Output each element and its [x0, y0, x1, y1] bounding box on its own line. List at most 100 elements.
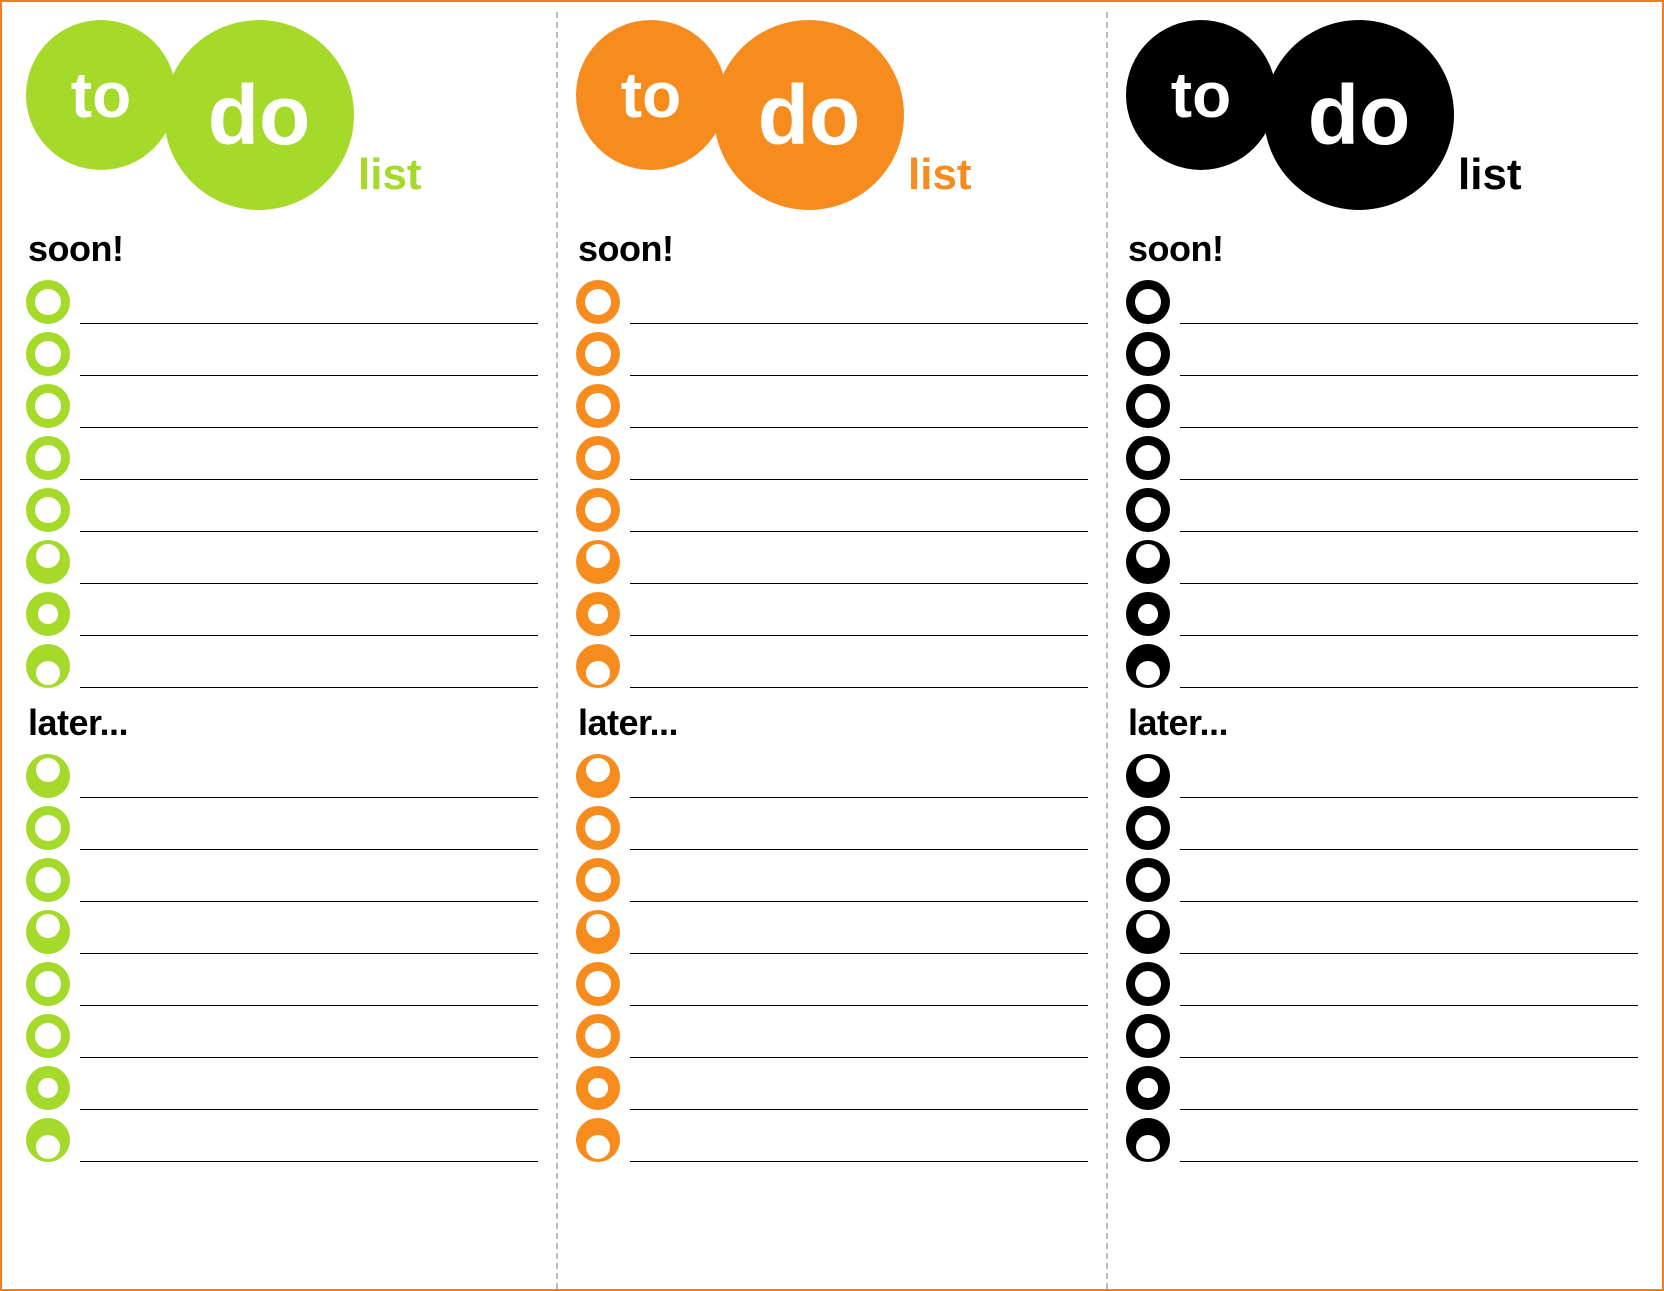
write-line[interactable]	[80, 1028, 538, 1058]
list-item[interactable]	[26, 538, 538, 584]
write-line[interactable]	[630, 502, 1088, 532]
list-item[interactable]	[1126, 804, 1638, 850]
write-line[interactable]	[1180, 450, 1638, 480]
list-item[interactable]	[576, 538, 1088, 584]
write-line[interactable]	[80, 1080, 538, 1110]
bullet-icon	[26, 384, 70, 428]
write-line[interactable]	[630, 924, 1088, 954]
list-item[interactable]	[1126, 1012, 1638, 1058]
write-line[interactable]	[1180, 924, 1638, 954]
write-line[interactable]	[1180, 1132, 1638, 1162]
list-item[interactable]	[26, 278, 538, 324]
write-line[interactable]	[1180, 502, 1638, 532]
write-line[interactable]	[1180, 872, 1638, 902]
list-item[interactable]	[26, 1012, 538, 1058]
list-item[interactable]	[26, 804, 538, 850]
list-item[interactable]	[576, 752, 1088, 798]
list-item[interactable]	[576, 856, 1088, 902]
write-line[interactable]	[630, 872, 1088, 902]
list-item[interactable]	[576, 382, 1088, 428]
list-item[interactable]	[1126, 434, 1638, 480]
write-line[interactable]	[80, 398, 538, 428]
write-line[interactable]	[80, 924, 538, 954]
list-item[interactable]	[26, 1116, 538, 1162]
write-line[interactable]	[80, 976, 538, 1006]
list-item[interactable]	[26, 382, 538, 428]
list-item[interactable]	[26, 960, 538, 1006]
write-line[interactable]	[1180, 1080, 1638, 1110]
list-item[interactable]	[1126, 590, 1638, 636]
list-item[interactable]	[576, 590, 1088, 636]
list-item[interactable]	[1126, 908, 1638, 954]
list-item[interactable]	[1126, 382, 1638, 428]
list-item[interactable]	[26, 1064, 538, 1110]
list-item[interactable]	[26, 642, 538, 688]
list-item[interactable]	[1126, 752, 1638, 798]
list-item[interactable]	[1126, 856, 1638, 902]
write-line[interactable]	[630, 768, 1088, 798]
list-item[interactable]	[26, 752, 538, 798]
write-line[interactable]	[80, 294, 538, 324]
list-item[interactable]	[1126, 486, 1638, 532]
write-line[interactable]	[80, 450, 538, 480]
list-item[interactable]	[576, 908, 1088, 954]
list-item[interactable]	[576, 1064, 1088, 1110]
write-line[interactable]	[80, 768, 538, 798]
list-item[interactable]	[576, 804, 1088, 850]
write-line[interactable]	[80, 872, 538, 902]
list-item[interactable]	[26, 434, 538, 480]
list-item[interactable]	[576, 434, 1088, 480]
list-item[interactable]	[26, 486, 538, 532]
list-item[interactable]	[576, 330, 1088, 376]
bullet-icon	[1126, 436, 1170, 480]
write-line[interactable]	[630, 554, 1088, 584]
list-item[interactable]	[1126, 330, 1638, 376]
list-item[interactable]	[26, 908, 538, 954]
write-line[interactable]	[1180, 398, 1638, 428]
write-line[interactable]	[80, 554, 538, 584]
list-item[interactable]	[576, 486, 1088, 532]
write-line[interactable]	[630, 820, 1088, 850]
write-line[interactable]	[630, 450, 1088, 480]
list-item[interactable]	[576, 1012, 1088, 1058]
write-line[interactable]	[1180, 820, 1638, 850]
write-line[interactable]	[630, 294, 1088, 324]
list-item[interactable]	[1126, 538, 1638, 584]
write-line[interactable]	[80, 346, 538, 376]
list-item[interactable]	[576, 642, 1088, 688]
list-item[interactable]	[26, 590, 538, 636]
write-line[interactable]	[1180, 346, 1638, 376]
write-line[interactable]	[1180, 976, 1638, 1006]
do-text: do	[1308, 73, 1411, 157]
write-line[interactable]	[630, 1080, 1088, 1110]
write-line[interactable]	[1180, 294, 1638, 324]
write-line[interactable]	[630, 398, 1088, 428]
todo-column-green: to do list soon! later...	[8, 12, 556, 1289]
write-line[interactable]	[80, 1132, 538, 1162]
write-line[interactable]	[1180, 768, 1638, 798]
list-item[interactable]	[1126, 960, 1638, 1006]
list-item[interactable]	[576, 960, 1088, 1006]
list-item[interactable]	[1126, 1064, 1638, 1110]
write-line[interactable]	[630, 346, 1088, 376]
write-line[interactable]	[1180, 554, 1638, 584]
list-item[interactable]	[1126, 642, 1638, 688]
write-line[interactable]	[630, 1132, 1088, 1162]
write-line[interactable]	[1180, 606, 1638, 636]
list-item[interactable]	[576, 278, 1088, 324]
write-line[interactable]	[1180, 1028, 1638, 1058]
list-item[interactable]	[576, 1116, 1088, 1162]
write-line[interactable]	[630, 606, 1088, 636]
write-line[interactable]	[80, 502, 538, 532]
write-line[interactable]	[630, 976, 1088, 1006]
write-line[interactable]	[630, 1028, 1088, 1058]
write-line[interactable]	[80, 820, 538, 850]
write-line[interactable]	[80, 658, 538, 688]
list-item[interactable]	[26, 330, 538, 376]
write-line[interactable]	[80, 606, 538, 636]
list-item[interactable]	[1126, 1116, 1638, 1162]
write-line[interactable]	[1180, 658, 1638, 688]
list-item[interactable]	[26, 856, 538, 902]
write-line[interactable]	[630, 658, 1088, 688]
list-item[interactable]	[1126, 278, 1638, 324]
